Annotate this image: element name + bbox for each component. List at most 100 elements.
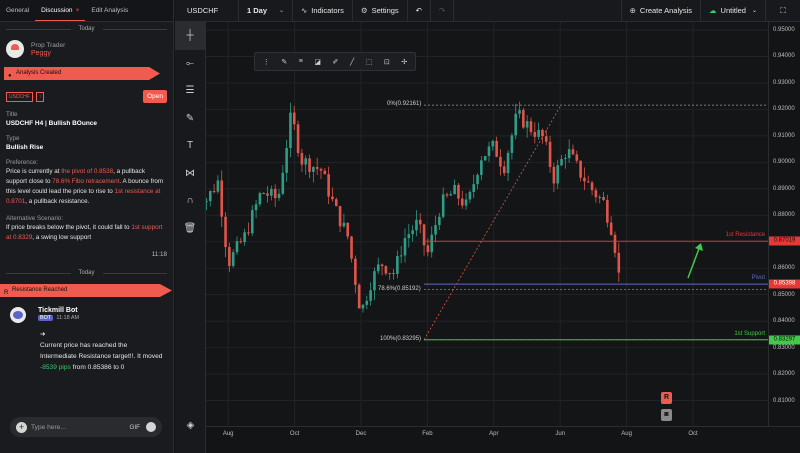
candle-body: [208, 191, 212, 202]
candle-body: [613, 234, 617, 253]
edit-icon[interactable]: ✐: [333, 58, 339, 66]
candle-body: [472, 184, 476, 193]
candle-body: [415, 219, 418, 231]
crosshair-tool[interactable]: ┼: [175, 22, 205, 50]
symbol-selector[interactable]: USDCHF: [175, 0, 239, 22]
open-button[interactable]: Open: [143, 90, 167, 103]
fib-level-label: 0%(0.92161): [387, 101, 422, 108]
emoji-icon[interactable]: [146, 422, 156, 432]
tab-general[interactable]: General: [0, 0, 35, 21]
settings-button[interactable]: ⚙ Settings: [353, 0, 408, 22]
fullscreen-icon: ⛶: [780, 5, 786, 15]
lock-icon[interactable]: ⊡: [384, 58, 390, 66]
text-tool[interactable]: T: [175, 132, 205, 160]
candle-body: [250, 210, 254, 234]
layers-tool[interactable]: ◈: [175, 412, 206, 440]
candle-body: [567, 149, 571, 159]
candle-body: [491, 140, 495, 147]
line-icon[interactable]: ╱: [350, 58, 354, 66]
fib-retracement-icon: ☰: [185, 85, 195, 97]
candle-body: [434, 225, 437, 235]
levels-icon[interactable]: ≡: [299, 58, 303, 65]
title-label: Title: [6, 111, 18, 118]
candle-body: [369, 290, 372, 301]
price-tick-label: 0.88000: [773, 212, 795, 219]
price-tick-label: 0.89000: [773, 185, 795, 192]
candle-body: [342, 222, 346, 227]
add-icon[interactable]: +: [16, 421, 27, 433]
candle-body: [403, 238, 407, 256]
trader-name[interactable]: Peggy: [31, 50, 65, 57]
fullscreen-button[interactable]: ⛶: [766, 0, 800, 22]
drag-handle-icon[interactable]: ⋮: [263, 58, 270, 66]
pencil-icon[interactable]: ✎: [281, 58, 287, 66]
candle-body: [243, 232, 246, 243]
candle-body: [292, 112, 296, 125]
price-tick-label: 0.90000: [773, 159, 795, 166]
candle-body: [273, 188, 277, 199]
fill-icon[interactable]: ◪: [314, 58, 321, 66]
candle-body: [258, 193, 262, 205]
candle-body: [453, 184, 456, 195]
event-icon[interactable]: ◙: [661, 409, 672, 421]
level-name-label: 1st Resistance: [725, 232, 765, 239]
candle-body: [548, 141, 552, 167]
price-level-tag: 0.85398: [769, 279, 800, 289]
trash-tool[interactable]: 🗑: [175, 215, 205, 243]
r-logo-icon[interactable]: R: [661, 392, 672, 404]
candle-body: [495, 140, 498, 157]
undo-button[interactable]: ↶: [408, 0, 431, 22]
candle-body: [354, 258, 357, 285]
indicators-button[interactable]: ∿ Indicators: [293, 0, 353, 22]
tab-discussion-label: Discussion: [41, 7, 73, 14]
candle-body: [544, 136, 548, 142]
pattern-tool[interactable]: ⋈: [175, 160, 205, 188]
magnet-icon: ∩: [186, 195, 194, 207]
candle-body: [338, 206, 342, 227]
layout-selector[interactable]: ☁ Untitled ⌄: [701, 0, 766, 22]
price-chart[interactable]: ⋮ ✎ ≡ ◪ ✐ ╱ ⬚ ⊡ ✢ 0%(0.92161) 78.6%(0.851…: [206, 22, 768, 426]
candle-body: [476, 174, 479, 185]
candle-body: [445, 194, 449, 196]
style-icon[interactable]: ⬚: [366, 58, 373, 66]
alternative-text: If price breaks below the pivot, it coul…: [6, 224, 163, 241]
title-value: USDCHF H4 | Bullish BOunce: [6, 120, 98, 127]
candle-body: [586, 181, 590, 183]
tab-discussion[interactable]: Discussion ×: [35, 0, 86, 21]
candle-body: [594, 190, 598, 198]
candle-body: [502, 166, 506, 174]
time-axis[interactable]: Aug Oct Dec Feb Apr Jun Aug Oct: [206, 426, 800, 453]
price-axis[interactable]: 0.95000 0.94000 0.93000 0.92000 0.91000 0.900…: [768, 22, 800, 426]
close-icon[interactable]: ×: [76, 7, 80, 14]
undo-icon: ↶: [415, 6, 422, 15]
trash-icon: 🗑: [183, 222, 197, 234]
price-tick-label: 0.86000: [773, 265, 795, 272]
candle-body: [212, 191, 216, 193]
candle-body: [537, 129, 540, 137]
indicators-icon: ∿: [301, 6, 308, 15]
gear-icon: ⚙: [360, 6, 368, 15]
bot-badge: BOT: [38, 315, 54, 321]
candle-body: [357, 284, 361, 309]
chat-input[interactable]: Type here...: [31, 424, 130, 431]
magnet-tool[interactable]: ∩: [175, 187, 205, 215]
level-name-label: Pivot: [751, 275, 765, 282]
candle-body: [277, 193, 281, 199]
fib-tool[interactable]: ☰: [175, 77, 205, 105]
more-icon[interactable]: ✢: [401, 58, 407, 66]
interval-selector[interactable]: 1 Day ⌄: [239, 0, 293, 22]
create-analysis-button[interactable]: ⊕ Create Analysis: [620, 0, 702, 22]
tab-edit-analysis[interactable]: Edit Analysis: [85, 0, 134, 21]
brush-tool[interactable]: ✎: [175, 105, 205, 133]
candle-body: [315, 167, 319, 169]
crosshair-icon: ┼: [186, 30, 194, 42]
candle-body: [411, 230, 414, 235]
gif-button[interactable]: GIF: [130, 424, 141, 431]
price-level-tag: 0.83297: [769, 335, 800, 345]
brush-icon: ✎: [185, 112, 195, 124]
bot-avatar: [10, 307, 26, 323]
ray-tool[interactable]: ⟜: [175, 50, 205, 78]
candle-body: [388, 273, 392, 275]
redo-button[interactable]: ↷: [431, 0, 455, 22]
candle-body: [564, 158, 567, 160]
